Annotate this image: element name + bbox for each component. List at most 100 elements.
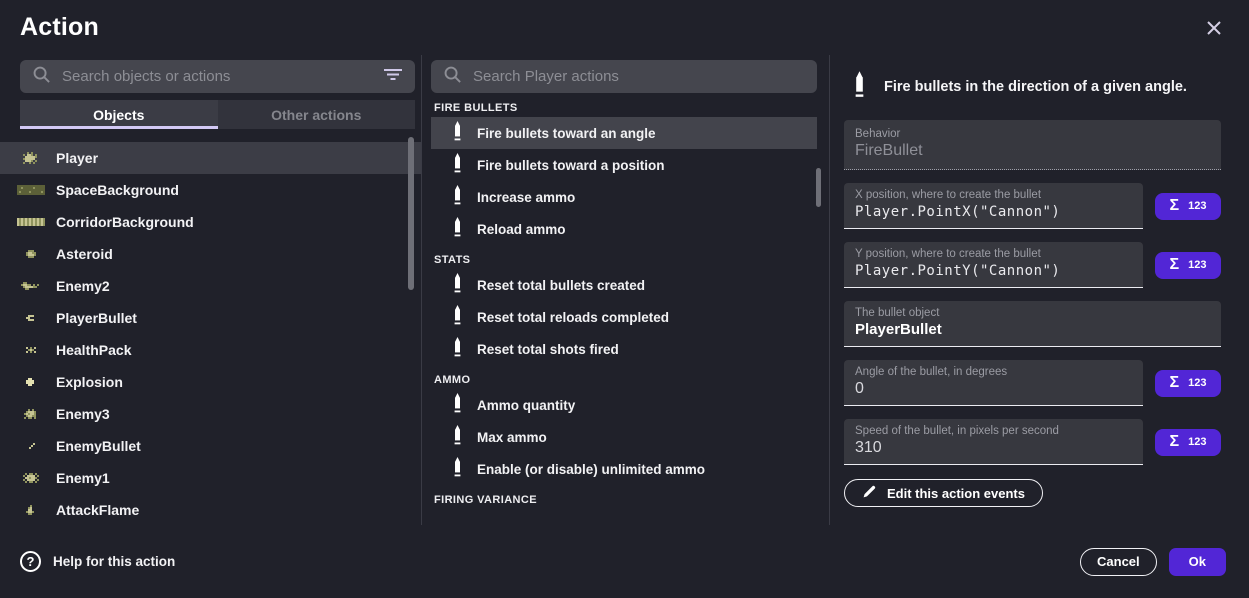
parameter-value: 0 [855, 380, 864, 397]
action-label: Fire bullets toward a position [477, 158, 665, 173]
close-icon[interactable] [1203, 17, 1225, 39]
expression-editor-button[interactable]: Σ 123 [1155, 252, 1221, 279]
dialog-title: Action [20, 13, 99, 42]
objects-panel: Search objects or actions Objects Other … [0, 55, 421, 525]
objects-search-placeholder: Search objects or actions [62, 68, 372, 85]
object-row[interactable]: Enemy3 [0, 398, 421, 430]
parameter-value: 310 [855, 439, 882, 456]
help-label: Help for this action [53, 554, 175, 569]
parameter-value: Player.PointX("Cannon") [855, 204, 1060, 220]
bullet-icon [453, 273, 462, 298]
parameter-value: FireBullet [855, 142, 923, 159]
edit-action-events-button[interactable]: Edit this action events [844, 479, 1043, 507]
sigma-icon: Σ [1170, 197, 1180, 215]
action-section-header: STATS [434, 254, 829, 266]
parameter-value: PlayerBullet [855, 321, 942, 338]
search-icon [32, 65, 51, 89]
object-row[interactable]: Explosion [0, 366, 421, 398]
action-label: Reset total shots fired [477, 342, 619, 357]
action-row[interactable]: Reset total reloads completed [431, 301, 817, 333]
enemy2-sprite-icon [16, 282, 46, 290]
object-name: Asteroid [56, 246, 113, 262]
dialog-header: Action [0, 0, 1249, 55]
tab-objects[interactable]: Objects [20, 100, 218, 129]
pencil-icon [862, 484, 877, 502]
expression-editor-button[interactable]: Σ123 [1155, 370, 1221, 397]
action-row[interactable]: Ammo quantity [431, 389, 817, 421]
object-row[interactable]: HealthPack [0, 334, 421, 366]
parameter-row: The bullet objectPlayerBullet [844, 301, 1221, 347]
bullet-icon [453, 305, 462, 330]
bullet-icon [854, 71, 865, 103]
bullet-icon [453, 217, 462, 242]
parameter-label: Speed of the bullet, in pixels per secon… [855, 425, 1132, 437]
parameter-field[interactable]: X position, where to create the bulletPl… [844, 183, 1143, 229]
help-icon: ? [20, 551, 41, 572]
bullet-icon [453, 121, 462, 146]
object-row[interactable]: Player [0, 142, 421, 174]
action-row[interactable]: Fire bullets toward a position [431, 149, 817, 181]
attack-flame-sprite-icon [16, 505, 46, 515]
parameter-label: Behavior [855, 128, 1210, 140]
object-row[interactable]: PlayerBullet [0, 302, 421, 334]
parameter-row: Speed of the bullet, in pixels per secon… [844, 419, 1221, 465]
dialog-content: Search objects or actions Objects Other … [0, 55, 1249, 525]
numbers-123-icon: 123 [1188, 200, 1206, 212]
player-bullet-sprite-icon [16, 315, 46, 321]
action-section-header: FIRE BULLETS [434, 102, 829, 114]
object-name: Enemy1 [56, 470, 110, 486]
parameter-row: Y position, where to create the bulletPl… [844, 242, 1221, 288]
tab-other-actions[interactable]: Other actions [218, 100, 416, 129]
cancel-button[interactable]: Cancel [1080, 548, 1157, 576]
object-row[interactable]: CorridorBackground [0, 206, 421, 238]
sigma-icon: Σ [1170, 433, 1180, 451]
parameter-field[interactable]: Y position, where to create the bulletPl… [844, 242, 1143, 288]
enemy1-sprite-icon [16, 473, 46, 483]
object-row[interactable]: AttackFlame [0, 494, 421, 526]
objects-scrollbar[interactable] [408, 137, 414, 290]
bullet-icon [453, 425, 462, 450]
action-row[interactable]: Increase ammo [431, 181, 817, 213]
action-section-header: AMMO [434, 374, 829, 386]
object-row[interactable]: Enemy2 [0, 270, 421, 302]
action-row[interactable]: Fire bullets toward an angle [431, 117, 817, 149]
expression-editor-button[interactable]: Σ123 [1155, 429, 1221, 456]
action-row[interactable]: Reload ammo [431, 213, 817, 245]
numbers-123-icon: 123 [1188, 377, 1206, 389]
numbers-123-icon: 123 [1188, 259, 1206, 271]
action-row[interactable]: Max ammo [431, 421, 817, 453]
action-row[interactable]: Enable (or disable) unlimited ammo [431, 453, 817, 485]
object-row[interactable]: SpaceBackground [0, 174, 421, 206]
action-label: Ammo quantity [477, 398, 575, 413]
action-description-row: Fire bullets in the direction of a given… [854, 71, 1221, 103]
object-row[interactable]: Asteroid [0, 238, 421, 270]
objects-search-input[interactable]: Search objects or actions [20, 60, 415, 93]
object-name: PlayerBullet [56, 310, 137, 326]
expression-editor-button[interactable]: Σ 123 [1155, 193, 1221, 220]
sigma-icon: Σ [1170, 256, 1180, 274]
object-name: AttackFlame [56, 502, 139, 518]
parameter-field[interactable]: Angle of the bullet, in degrees0 [844, 360, 1143, 406]
parameter-field[interactable]: Speed of the bullet, in pixels per secon… [844, 419, 1143, 465]
parameter-label: Y position, where to create the bullet [855, 248, 1132, 260]
help-link[interactable]: ? Help for this action [20, 551, 175, 572]
object-name: EnemyBullet [56, 438, 141, 454]
action-row[interactable]: Reset total bullets created [431, 269, 817, 301]
action-row[interactable]: Reset total shots fired [431, 333, 817, 365]
action-label: Fire bullets toward an angle [477, 126, 656, 141]
action-label: Increase ammo [477, 190, 575, 205]
action-label: Reset total bullets created [477, 278, 645, 293]
object-row[interactable]: EnemyBullet [0, 430, 421, 462]
object-row[interactable]: Enemy1 [0, 462, 421, 494]
parameter-fields: Behavior FireBullet X position, where to c… [844, 120, 1221, 465]
parameter-field[interactable]: The bullet objectPlayerBullet [844, 301, 1221, 347]
actions-scrollbar[interactable] [816, 168, 821, 207]
objects-list: PlayerSpaceBackgroundCorridorBackground A… [0, 142, 421, 526]
actions-search-input[interactable]: Search Player actions [431, 60, 817, 93]
object-name: HealthPack [56, 342, 131, 358]
space-background-sprite-icon [16, 185, 46, 195]
object-name: Explosion [56, 374, 123, 390]
action-dialog: Action Search objects or actions Objects… [0, 0, 1249, 598]
filter-icon[interactable] [383, 67, 403, 86]
ok-button[interactable]: Ok [1169, 548, 1226, 576]
